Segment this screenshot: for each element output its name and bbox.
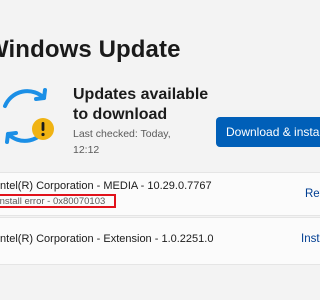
update-name: Intel(R) Corporation - Extension - 1.0.2… (0, 233, 214, 245)
status-heading: Updates available to download (73, 86, 209, 123)
list-item: Intel(R) Corporation - Extension - 1.0.2… (0, 217, 320, 265)
retry-button[interactable]: Retry (305, 188, 320, 200)
list-item: Intel(R) Corporation - MEDIA - 10.29.0.7… (0, 172, 320, 216)
last-checked-text: Last checked: Today, 12:12 (73, 128, 171, 156)
sync-warning-icon (0, 86, 64, 146)
update-name: Intel(R) Corporation - MEDIA - 10.29.0.7… (0, 180, 212, 192)
download-install-all-button[interactable]: Download & install all (216, 117, 320, 147)
install-button[interactable]: Install (301, 233, 320, 245)
update-status-panel: Updates available to download Last check… (0, 76, 320, 172)
page-title: Windows Update (0, 36, 181, 63)
update-list: Intel(R) Corporation - MEDIA - 10.29.0.7… (0, 172, 320, 265)
update-status-error: Install error - 0x80070103 (0, 196, 106, 207)
